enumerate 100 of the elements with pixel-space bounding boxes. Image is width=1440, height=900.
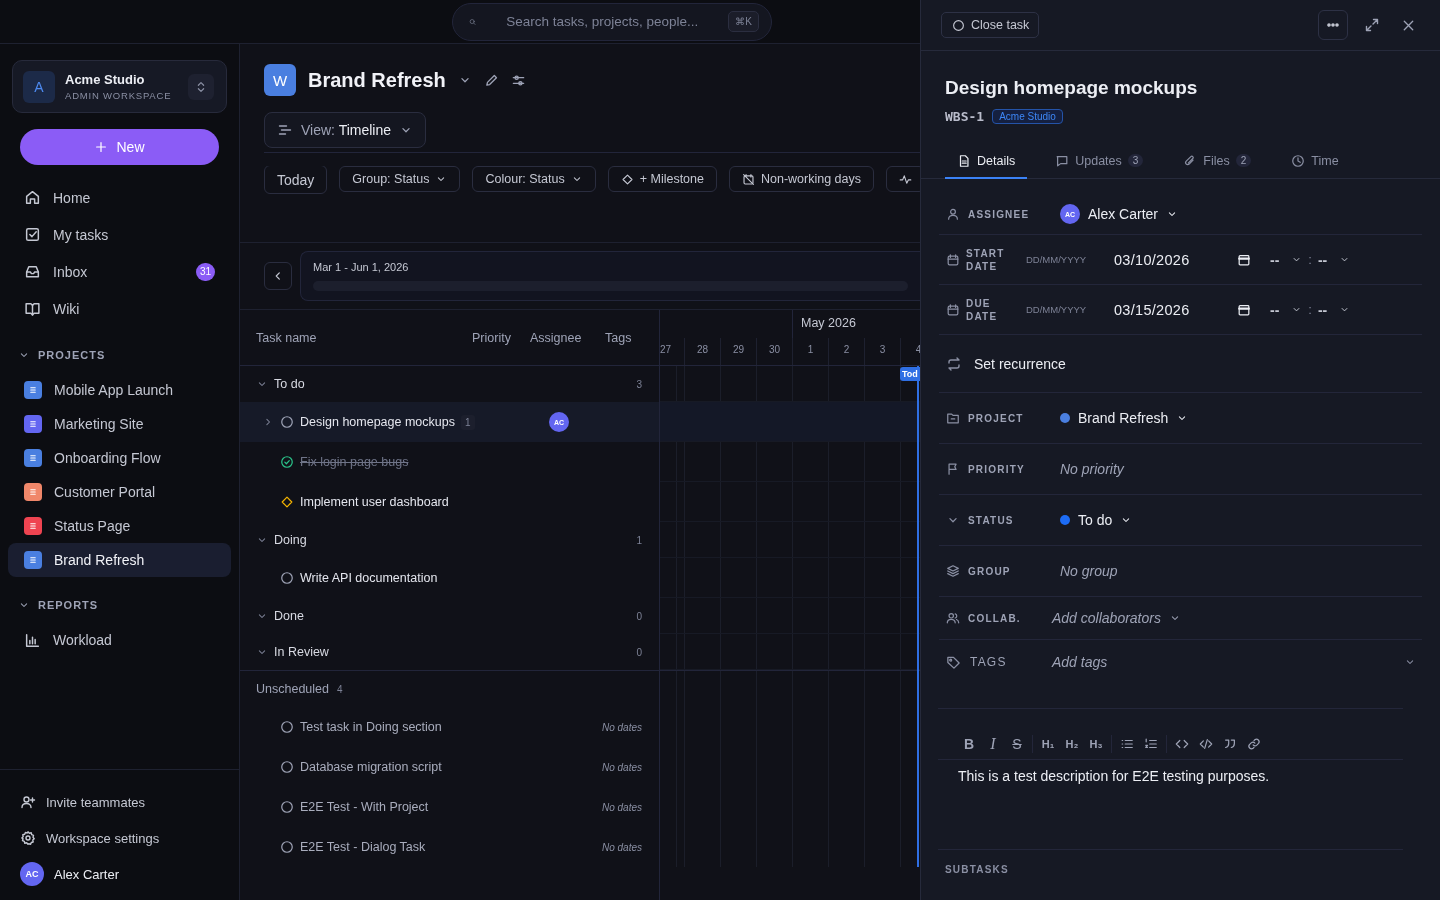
clock-icon xyxy=(1291,153,1306,168)
code-block-icon xyxy=(1199,737,1213,751)
set-recurrence-button[interactable]: Set recurrence xyxy=(974,355,1066,372)
tags-input[interactable]: Add tags xyxy=(1052,654,1404,670)
section-header[interactable]: REPORTS xyxy=(0,591,239,619)
column-header[interactable]: Tags xyxy=(605,330,660,345)
new-button[interactable]: New xyxy=(20,129,219,165)
close-task-button[interactable]: Close task xyxy=(941,12,1040,38)
non-working-days-button[interactable]: Non-working days xyxy=(729,166,875,192)
circle-icon xyxy=(280,415,294,429)
date-input[interactable]: 03/10/2026 xyxy=(1114,251,1232,268)
project-item[interactable]: Onboarding Flow xyxy=(8,441,231,475)
strike-button[interactable]: S xyxy=(1008,735,1026,753)
field-label: START DATE xyxy=(966,246,1006,273)
project-item[interactable]: Status Page xyxy=(8,509,231,543)
status-select[interactable]: To do xyxy=(1060,512,1133,528)
dropdown-button[interactable]: Group: Status xyxy=(339,166,461,192)
tab[interactable]: Time xyxy=(1279,144,1351,179)
field-label: GROUP xyxy=(968,565,1012,577)
user-name: Alex Carter xyxy=(54,866,120,882)
tab[interactable]: Details xyxy=(945,144,1028,179)
workspace-switcher[interactable]: A Acme Studio ADMIN WORKSPACE xyxy=(12,60,227,113)
settings-button[interactable] xyxy=(510,72,526,88)
task-name: Design homepage mockups xyxy=(300,415,455,429)
collaborators-select[interactable]: Add collaborators xyxy=(1052,610,1181,626)
report-item[interactable]: Workload xyxy=(8,623,231,657)
hour-select[interactable]: -- xyxy=(1270,301,1303,318)
inbox-icon xyxy=(24,263,41,280)
nav-item[interactable]: My tasks xyxy=(8,216,231,253)
circle-icon xyxy=(280,760,294,774)
nav-item[interactable]: Wiki xyxy=(8,290,231,327)
flag-icon xyxy=(946,462,960,476)
day-label: 30 xyxy=(768,343,781,355)
field-label: ASSIGNEE xyxy=(968,208,1031,220)
tag-icon xyxy=(946,654,961,670)
heading-button[interactable]: H₁ xyxy=(1039,735,1057,753)
search-field[interactable]: Search tasks, projects, people... ⌘K xyxy=(452,2,772,41)
task-row[interactable]: Write API documentation xyxy=(240,558,659,598)
edit-button[interactable] xyxy=(483,72,499,88)
column-header[interactable]: Task name xyxy=(240,330,472,345)
task-title: Design homepage mockups xyxy=(944,76,1199,99)
task-row[interactable]: E2E Test - With Project No dates xyxy=(240,787,659,827)
calendar-off-icon xyxy=(742,172,755,186)
group-select[interactable]: No group xyxy=(1060,563,1118,579)
user-icon xyxy=(946,207,960,221)
heading-button[interactable]: H₂ xyxy=(1063,735,1081,753)
sliders-icon xyxy=(510,72,526,88)
day-label: 2 xyxy=(843,343,850,355)
document-icon xyxy=(957,153,971,168)
view-selector[interactable]: View: Timeline xyxy=(264,112,426,148)
switch-button[interactable] xyxy=(188,73,214,100)
sidebar-link[interactable]: Invite teammates xyxy=(0,784,239,820)
users-icon xyxy=(946,611,960,625)
home-icon xyxy=(24,189,41,206)
dropdown-button[interactable]: Colour: Status xyxy=(472,166,596,192)
count-badge: 31 xyxy=(195,262,215,281)
diamond-icon xyxy=(280,495,294,509)
hour-select[interactable]: -- xyxy=(1270,251,1303,268)
link-button[interactable] xyxy=(1245,735,1263,753)
project-item[interactable]: Brand Refresh xyxy=(8,543,231,577)
code-icon xyxy=(1175,737,1189,751)
quote-icon xyxy=(1223,737,1237,751)
nav-item[interactable]: Home xyxy=(8,179,231,216)
task-row[interactable]: Implement user dashboard xyxy=(240,482,659,522)
column-header[interactable]: Priority xyxy=(472,330,530,345)
user-avatar[interactable]: AC xyxy=(20,862,44,886)
task-row[interactable]: Fix login page bugs xyxy=(240,442,659,482)
heading-button[interactable]: H₃ xyxy=(1087,735,1105,753)
day-label: 3 xyxy=(879,343,886,355)
milestone-button[interactable]: + Milestone xyxy=(607,166,717,192)
minute-select[interactable]: -- xyxy=(1317,301,1351,318)
day-label: 27 xyxy=(660,343,672,355)
task-row[interactable]: Database migration script No dates xyxy=(240,747,659,787)
group-name: Done xyxy=(274,609,305,623)
task-row[interactable]: E2E Test - Dialog Task No dates xyxy=(240,827,659,867)
italic-button[interactable]: I xyxy=(984,735,1002,753)
priority-select[interactable]: No priority xyxy=(1060,461,1124,477)
calendar-icon xyxy=(946,302,960,317)
no-dates-label: No dates xyxy=(601,801,642,813)
sidebar-link[interactable]: Workspace settings xyxy=(0,820,239,856)
tab[interactable]: Files 2 xyxy=(1171,144,1264,179)
section-header[interactable]: PROJECTS xyxy=(0,341,239,369)
time-separator: : xyxy=(1308,302,1312,317)
nav-item[interactable]: Inbox 31 xyxy=(8,253,231,290)
settings-icon xyxy=(20,830,36,846)
project-item[interactable]: Customer Portal xyxy=(8,475,231,509)
project-item[interactable]: Mobile App Launch xyxy=(8,373,231,407)
minute-select[interactable]: -- xyxy=(1317,251,1351,268)
project-select[interactable]: Brand Refresh xyxy=(1060,410,1189,426)
project-item[interactable]: Marketing Site xyxy=(8,407,231,441)
day-label: 1 xyxy=(807,343,814,355)
task-name: Test task in Doing section xyxy=(300,720,443,734)
more-button[interactable] xyxy=(1318,10,1348,40)
task-name: Fix login page bugs xyxy=(300,455,409,469)
tab[interactable]: Updates 3 xyxy=(1043,144,1156,179)
task-row[interactable]: Test task in Doing section No dates xyxy=(240,707,659,747)
column-header[interactable]: Assignee xyxy=(530,330,605,345)
date-input[interactable]: 03/15/2026 xyxy=(1114,301,1232,318)
bold-button[interactable]: B xyxy=(960,735,978,753)
description-text[interactable]: This is a test description for E2E testing purposes. xyxy=(958,768,1270,784)
